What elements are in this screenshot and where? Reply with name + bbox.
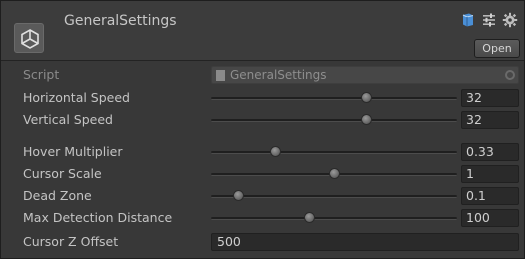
open-button[interactable]: Open bbox=[474, 39, 520, 58]
script-file-icon bbox=[216, 70, 225, 81]
slider-thumb[interactable] bbox=[304, 212, 316, 223]
horizontal-speed-input[interactable]: 32 bbox=[461, 89, 519, 107]
scriptable-object-icon bbox=[14, 23, 44, 53]
vertical-speed-row: Vertical Speed 32 bbox=[1, 109, 524, 131]
gear-icon[interactable] bbox=[502, 12, 518, 28]
horizontal-speed-slider[interactable] bbox=[211, 92, 457, 103]
max-detection-distance-slider[interactable] bbox=[211, 212, 457, 223]
cursor-scale-slider[interactable] bbox=[211, 168, 457, 179]
vertical-speed-slider[interactable] bbox=[211, 114, 457, 125]
cursor-scale-label: Cursor Scale bbox=[23, 166, 102, 181]
max-detection-distance-label: Max Detection Distance bbox=[23, 210, 173, 225]
dead-zone-row: Dead Zone 0.1 bbox=[1, 185, 524, 207]
cursor-scale-input[interactable]: 1 bbox=[461, 165, 519, 183]
dead-zone-slider[interactable] bbox=[211, 190, 457, 201]
cursor-z-offset-row: Cursor Z Offset 500 bbox=[1, 231, 524, 253]
script-row: Script GeneralSettings bbox=[1, 64, 524, 86]
slider-thumb[interactable] bbox=[269, 146, 281, 157]
hover-multiplier-row: Hover Multiplier 0.33 bbox=[1, 141, 524, 163]
vertical-speed-label: Vertical Speed bbox=[23, 112, 113, 127]
book-icon[interactable] bbox=[460, 12, 476, 28]
hover-multiplier-input[interactable]: 0.33 bbox=[461, 143, 519, 161]
slider-thumb[interactable] bbox=[329, 168, 340, 179]
horizontal-speed-label: Horizontal Speed bbox=[23, 90, 130, 105]
header-icon-group bbox=[460, 12, 518, 28]
inspector-header: GeneralSettings Open bbox=[1, 1, 524, 61]
cursor-scale-row: Cursor Scale 1 bbox=[1, 163, 524, 185]
cursor-z-offset-label: Cursor Z Offset bbox=[23, 234, 119, 249]
script-label: Script bbox=[23, 67, 60, 82]
asset-title: GeneralSettings bbox=[64, 13, 177, 29]
inspector-panel: GeneralSettings Open Script GeneralSetti… bbox=[0, 0, 525, 259]
cursor-z-offset-input[interactable]: 500 bbox=[211, 233, 519, 251]
script-field[interactable]: GeneralSettings bbox=[211, 66, 519, 84]
dead-zone-input[interactable]: 0.1 bbox=[461, 187, 519, 205]
dead-zone-label: Dead Zone bbox=[23, 188, 92, 203]
hover-multiplier-slider[interactable] bbox=[211, 146, 457, 157]
vertical-speed-input[interactable]: 32 bbox=[461, 111, 519, 129]
slider-thumb[interactable] bbox=[360, 114, 372, 125]
max-detection-distance-input[interactable]: 100 bbox=[461, 209, 519, 227]
hover-multiplier-label: Hover Multiplier bbox=[23, 144, 123, 159]
slider-thumb[interactable] bbox=[360, 92, 372, 103]
horizontal-speed-row: Horizontal Speed 32 bbox=[1, 87, 524, 109]
preset-icon[interactable] bbox=[481, 12, 497, 28]
script-value: GeneralSettings bbox=[230, 68, 327, 82]
object-picker-icon[interactable] bbox=[505, 70, 515, 80]
slider-thumb[interactable] bbox=[233, 190, 245, 201]
max-detection-distance-row: Max Detection Distance 100 bbox=[1, 207, 524, 229]
